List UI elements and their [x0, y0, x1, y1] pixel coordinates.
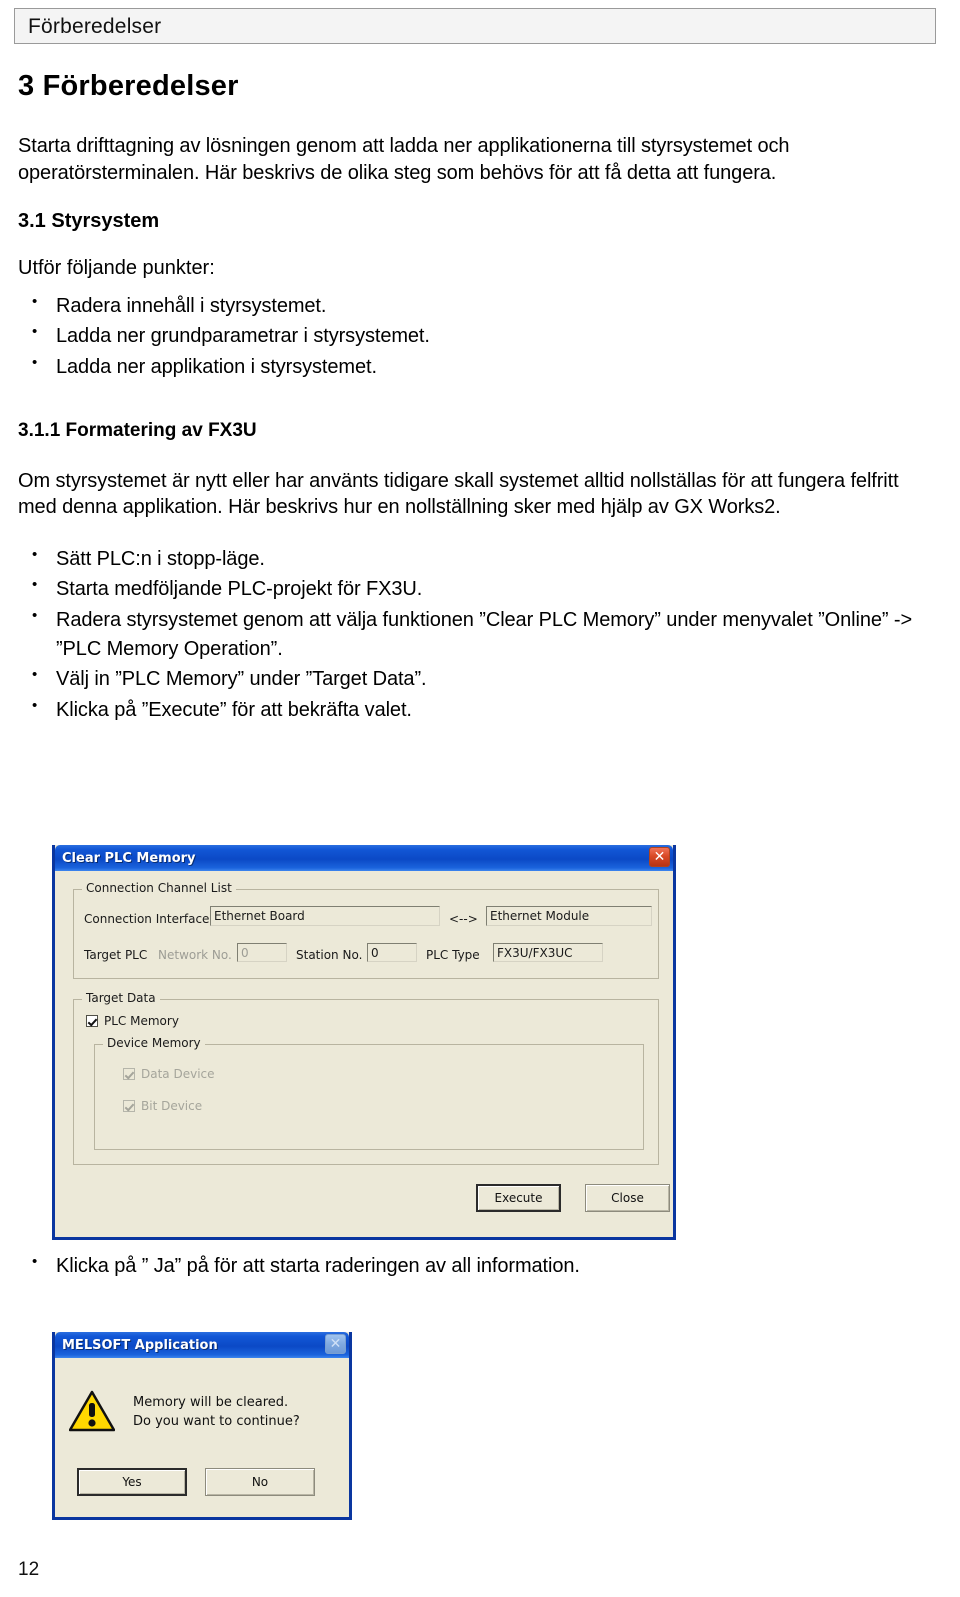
subsection-bullet-list: Sätt PLC:n i stopp-läge. Starta medfölja… [18, 544, 942, 725]
target-data-label: Target Data [82, 991, 160, 1005]
data-device-checkbox-label: Data Device [141, 1067, 215, 1081]
device-memory-group: Device Memory Data Device Bit Device [94, 1036, 644, 1150]
document-body: 3 Förberedelser Starta drifttagning av l… [18, 70, 942, 746]
dialog-body: Connection Channel List Connection Inter… [55, 871, 673, 1237]
execute-button[interactable]: Execute [476, 1184, 561, 1212]
network-no-label: Network No. [158, 948, 232, 962]
plc-type-label: PLC Type [426, 948, 480, 962]
station-no-label: Station No. [296, 948, 363, 962]
subsection-paragraph: Om styrsystemet är nytt eller har använt… [18, 469, 899, 519]
plc-type-field[interactable]: FX3U/FX3UC [493, 943, 603, 962]
bit-device-checkbox-label: Bit Device [141, 1099, 203, 1113]
target-plc-label: Target PLC [84, 948, 148, 962]
list-item: Radera styrsystemet genom att välja funk… [18, 605, 942, 663]
dialog-message: Memory will be cleared. Do you want to c… [133, 1395, 300, 1429]
post-figure-text: Klicka på ” Ja” på för att starta raderi… [18, 1251, 942, 1303]
list-item: Välj in ”PLC Memory” under ”Target Data”… [18, 664, 942, 694]
section-lead: Utför följande punkter: [18, 257, 215, 280]
bit-device-checkbox[interactable]: Bit Device [123, 1099, 202, 1113]
close-icon[interactable]: ✕ [649, 847, 670, 867]
running-header-box: Förberedelser [14, 8, 936, 44]
list-item: Sätt PLC:n i stopp-läge. [18, 544, 942, 574]
plc-memory-checkbox[interactable]: PLC Memory [86, 1014, 179, 1028]
checkbox-box [86, 1015, 98, 1027]
dialog-title-bar: MELSOFT Application ✕ [55, 1332, 349, 1358]
list-item: Klicka på ” Ja” på för att starta raderi… [18, 1251, 942, 1281]
section-bullet-list: Radera innehåll i styrsystemet. Ladda ne… [18, 291, 942, 382]
post-figure-bullet-list: Klicka på ” Ja” på för att starta raderi… [18, 1251, 942, 1281]
list-item: Klicka på ”Execute” för att bekräfta val… [18, 695, 942, 725]
dialog-title: Clear PLC Memory [62, 850, 196, 866]
connection-channel-list-label: Connection Channel List [82, 881, 236, 895]
warning-triangle-icon [68, 1390, 116, 1432]
data-device-checkbox[interactable]: Data Device [123, 1067, 215, 1081]
close-button[interactable]: Close [585, 1184, 670, 1212]
network-no-field[interactable]: 0 [237, 943, 287, 962]
plc-memory-checkbox-label: PLC Memory [104, 1014, 179, 1028]
clear-plc-memory-dialog-figure: Clear PLC Memory ✕ Connection Channel Li… [52, 845, 676, 1240]
connection-target-value[interactable]: Ethernet Module [486, 906, 652, 926]
connection-interface-label: Connection Interface [84, 912, 210, 926]
target-data-group: Target Data PLC Memory Device Memory Dat… [73, 991, 659, 1165]
no-button[interactable]: No [205, 1468, 315, 1496]
dialog-title-bar: Clear PLC Memory ✕ [55, 845, 673, 871]
connection-interface-value[interactable]: Ethernet Board [210, 906, 440, 926]
page-number: 12 [18, 1559, 40, 1580]
melsoft-application-dialog-figure: MELSOFT Application ✕ Memory will be cle… [52, 1332, 352, 1520]
section-title: 3.1 Styrsystem [18, 210, 160, 233]
running-header-text: Förberedelser [28, 15, 162, 38]
connection-arrow-label: <--> [449, 912, 478, 926]
close-icon: ✕ [325, 1334, 346, 1354]
intro-paragraph: Starta drifttagning av lösningen genom a… [18, 135, 790, 184]
connection-channel-list-group: Connection Channel List Connection Inter… [73, 881, 659, 979]
device-memory-label: Device Memory [103, 1036, 205, 1050]
list-item: Ladda ner applikation i styrsystemet. [18, 352, 942, 382]
yes-button[interactable]: Yes [77, 1468, 187, 1496]
dialog-body: Memory will be cleared. Do you want to c… [55, 1358, 349, 1517]
dialog-title: MELSOFT Application [62, 1337, 218, 1353]
list-item: Radera innehåll i styrsystemet. [18, 291, 942, 321]
subsection-title: 3.1.1 Formatering av FX3U [18, 419, 257, 441]
chapter-title: 3 Förberedelser [18, 70, 239, 102]
checkbox-box [123, 1068, 135, 1080]
list-item: Ladda ner grundparametrar i styrsystemet… [18, 321, 942, 351]
list-item: Starta medföljande PLC-projekt för FX3U. [18, 574, 942, 604]
checkbox-box [123, 1100, 135, 1112]
station-no-field[interactable]: 0 [367, 943, 417, 962]
